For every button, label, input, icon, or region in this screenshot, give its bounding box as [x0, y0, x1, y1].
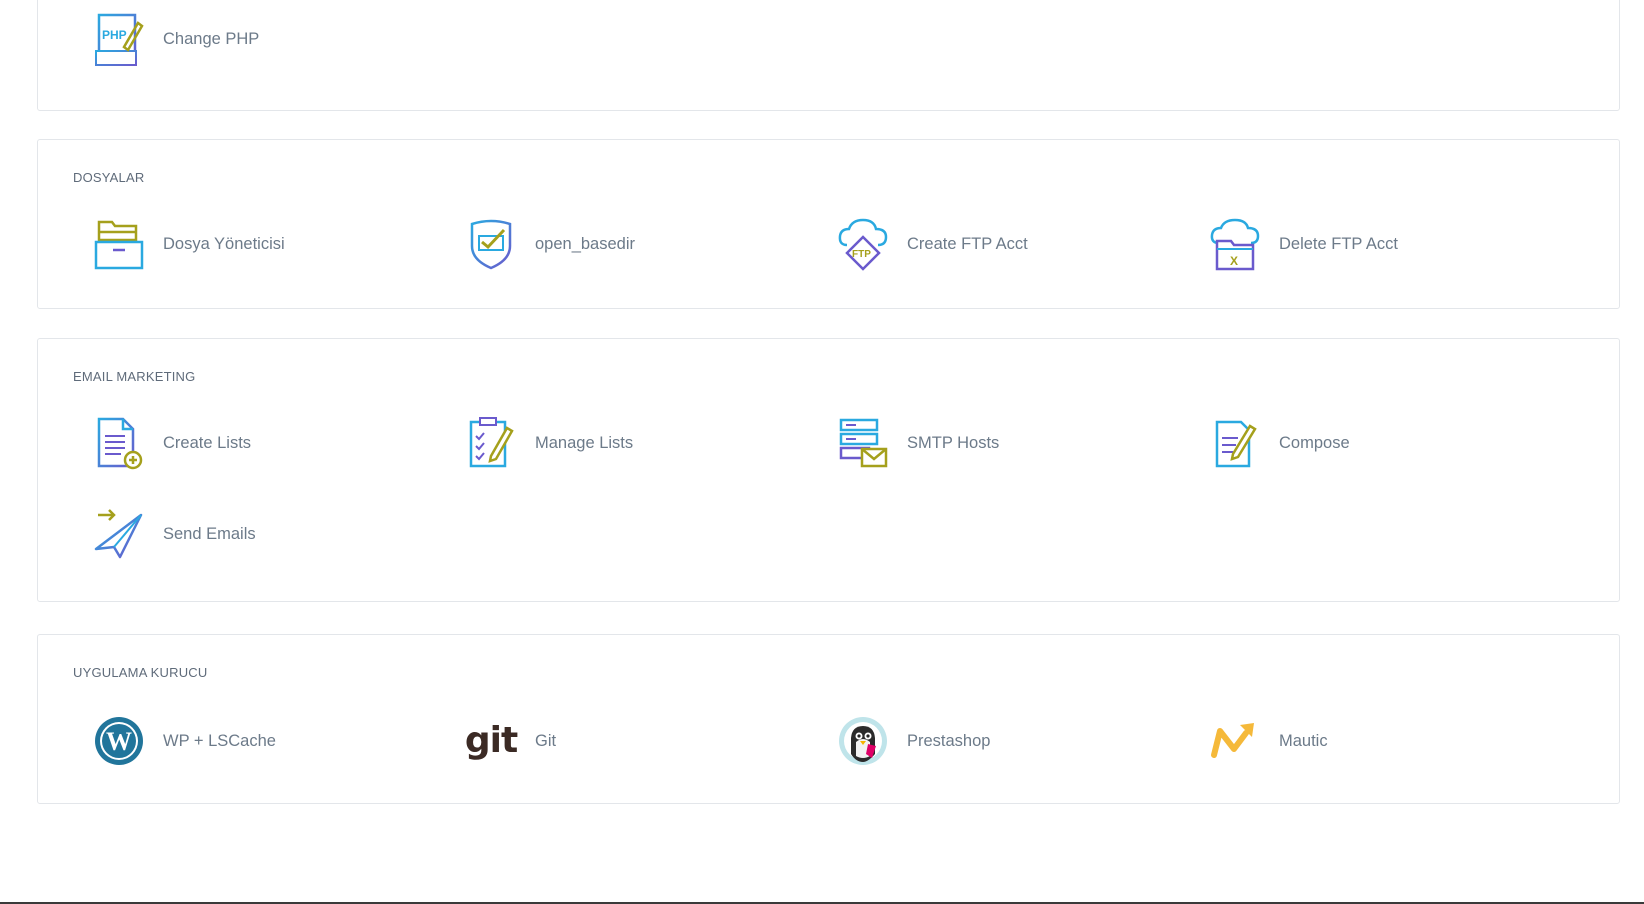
ftp-delete-icon: X — [1209, 218, 1261, 271]
git-logo-text: git — [464, 720, 518, 761]
manage-lists-tool[interactable]: Manage Lists — [465, 415, 633, 471]
tool-label: SMTP Hosts — [907, 433, 1000, 452]
paper-plane-icon — [93, 508, 145, 560]
document-add-icon — [93, 417, 145, 470]
page: PHP Change PHP DOSYALAR Dosya Yöneticisi — [0, 0, 1644, 904]
wordpress-tool[interactable]: W WP + LSCache — [93, 713, 276, 769]
file-manager-tool[interactable]: Dosya Yöneticisi — [93, 216, 285, 272]
tool-label: Manage Lists — [535, 433, 634, 452]
smtp-hosts-tool[interactable]: SMTP Hosts — [837, 415, 999, 471]
open-basedir-tool[interactable]: open_basedir — [465, 216, 635, 272]
svg-text:X: X — [1230, 254, 1238, 268]
mautic-icon — [1209, 715, 1261, 767]
tool-label: Prestashop — [907, 731, 991, 750]
ftp-cloud-icon: FTP — [837, 218, 889, 271]
send-emails-tool[interactable]: Send Emails — [93, 506, 256, 562]
prestashop-tool[interactable]: Prestashop — [837, 713, 990, 769]
mautic-tool[interactable]: Mautic — [1209, 713, 1328, 769]
tool-label: Create FTP Acct — [907, 234, 1028, 253]
tool-label: open_basedir — [535, 234, 635, 253]
compose-tool[interactable]: Compose — [1209, 415, 1350, 471]
svg-text:PHP: PHP — [102, 28, 127, 42]
create-ftp-tool[interactable]: FTP Create FTP Acct — [837, 216, 1028, 272]
svg-text:W: W — [106, 727, 132, 756]
delete-ftp-tool[interactable]: X Delete FTP Acct — [1209, 216, 1398, 272]
tool-label: Change PHP — [163, 29, 260, 48]
compose-icon — [1209, 417, 1261, 469]
prestashop-icon — [837, 715, 889, 767]
create-lists-tool[interactable]: Create Lists — [93, 415, 251, 471]
wordpress-icon: W — [93, 715, 145, 767]
tool-label: Compose — [1279, 433, 1350, 452]
files-card: DOSYALAR Dosya Yöneticisi open_basedir F… — [37, 139, 1620, 309]
file-manager-icon — [93, 218, 145, 270]
tool-label: WP + LSCache — [163, 731, 276, 750]
git-tool[interactable]: git Git — [465, 713, 556, 769]
tool-label: Delete FTP Acct — [1279, 234, 1398, 253]
tool-label: Send Emails — [163, 524, 256, 543]
change-php-icon: PHP — [93, 13, 145, 66]
server-mail-icon — [837, 417, 889, 469]
shield-check-icon — [465, 218, 517, 270]
card-title: UYGULAMA KURUCU — [73, 665, 208, 680]
change-php-tool[interactable]: PHP Change PHP — [93, 11, 259, 67]
svg-text:FTP: FTP — [852, 249, 871, 260]
card-title: DOSYALAR — [73, 170, 145, 185]
email-marketing-card: EMAIL MARKETING Create Lists Manage List… — [37, 338, 1620, 602]
tool-label: Mautic — [1279, 731, 1328, 750]
php-card: PHP Change PHP — [37, 0, 1620, 111]
git-icon: git — [464, 715, 518, 767]
checklist-icon — [465, 417, 517, 469]
tool-label: Create Lists — [163, 433, 252, 452]
tool-label: Dosya Yöneticisi — [163, 234, 285, 253]
tool-label: Git — [535, 731, 557, 750]
app-installer-card: UYGULAMA KURUCU W WP + LSCache git Git P… — [37, 634, 1620, 804]
card-title: EMAIL MARKETING — [73, 369, 196, 384]
